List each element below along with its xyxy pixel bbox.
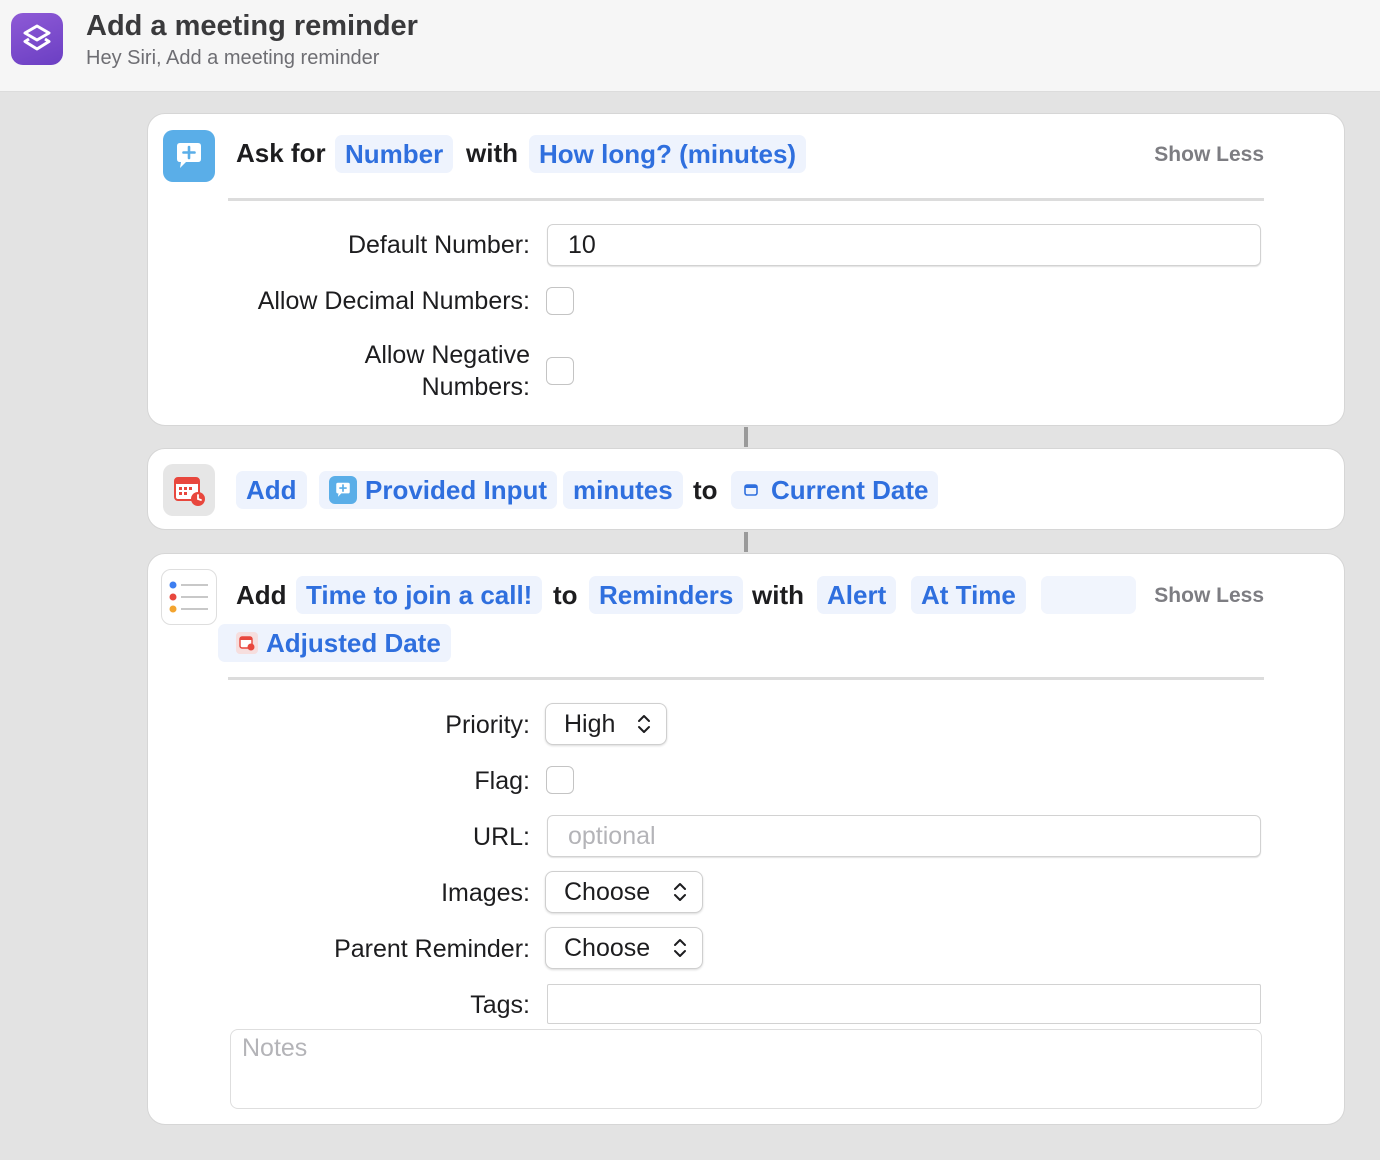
priority-label: Priority: (445, 711, 530, 739)
shortcuts-stack-icon (11, 13, 63, 65)
to-label: to (553, 580, 578, 610)
up-down-chevron-icon (674, 883, 686, 901)
reminder-title-token[interactable]: Time to join a call! (296, 576, 543, 614)
url-label: URL: (473, 823, 530, 851)
flag-checkbox[interactable] (546, 766, 574, 794)
add-label: Add (236, 580, 287, 610)
with-label: with (752, 580, 804, 610)
provided-input-label: Provided Input (365, 474, 547, 505)
adjusted-date-token[interactable]: Adjusted Date (218, 624, 451, 662)
divider (228, 198, 1264, 201)
up-down-chevron-icon (674, 939, 686, 957)
calendar-clock-icon (163, 464, 215, 516)
ask-for-label: Ask for (236, 138, 326, 168)
parent-reminder-value: Choose (564, 933, 651, 962)
prompt-token[interactable]: How long? (minutes) (529, 135, 807, 173)
with-label: with (466, 138, 518, 168)
at-time-token[interactable]: At Time (911, 576, 1026, 614)
url-field[interactable]: optional (547, 815, 1261, 857)
divider (228, 677, 1264, 680)
add-reminder-action[interactable]: Add Time to join a call! to Reminders wi… (147, 553, 1345, 1125)
date-icon (741, 480, 761, 500)
up-down-chevron-icon (638, 715, 650, 733)
allow-negative-label-line2: Numbers: (421, 373, 530, 401)
parent-reminder-select[interactable]: Choose (545, 927, 703, 969)
adjust-date-action[interactable]: Add Provided Input minutes to Current Da… (147, 448, 1345, 530)
input-type-token[interactable]: Number (335, 135, 454, 173)
allow-decimal-checkbox[interactable] (546, 287, 574, 315)
allow-negative-label-line1: Allow Negative (364, 341, 530, 369)
allow-negative-checkbox[interactable] (546, 357, 574, 385)
speech-bubble-plus-icon (329, 476, 357, 504)
default-number-field[interactable]: 10 (547, 224, 1261, 266)
alert-token[interactable]: Alert (817, 576, 897, 614)
operation-token[interactable]: Add (236, 471, 307, 509)
current-date-label: Current Date (771, 474, 929, 505)
tags-label: Tags: (470, 991, 530, 1019)
parent-reminder-label: Parent Reminder: (334, 935, 530, 963)
show-less-button[interactable]: Show Less (1154, 143, 1264, 167)
priority-select[interactable]: High (545, 703, 667, 745)
images-label: Images: (441, 879, 530, 907)
speech-bubble-plus-icon (163, 130, 215, 182)
allow-decimal-label: Allow Decimal Numbers: (257, 287, 530, 315)
allow-negative-label: Allow Negative Numbers: (365, 339, 530, 403)
title-bar: Add a meeting reminder Hey Siri, Add a m… (0, 0, 1380, 92)
reminders-list-icon (161, 569, 217, 625)
unit-token[interactable]: minutes (563, 471, 683, 509)
empty-token[interactable] (1041, 576, 1136, 614)
action-connector (744, 532, 748, 552)
adjusted-date-label: Adjusted Date (266, 627, 441, 658)
flag-label: Flag: (474, 767, 530, 795)
shortcut-title[interactable]: Add a meeting reminder (86, 10, 418, 43)
tags-field[interactable] (547, 984, 1261, 1024)
priority-value: High (564, 709, 616, 738)
shortcut-subtitle: Hey Siri, Add a meeting reminder (86, 47, 380, 69)
list-token[interactable]: Reminders (589, 576, 744, 614)
default-number-label: Default Number: (347, 231, 530, 259)
calendar-clock-icon (236, 632, 258, 654)
action-connector (744, 427, 748, 447)
images-value: Choose (564, 877, 651, 906)
show-less-button[interactable]: Show Less (1154, 584, 1264, 608)
to-label: to (693, 475, 718, 505)
images-select[interactable]: Choose (545, 871, 703, 913)
ask-for-input-action[interactable]: Ask for Number with How long? (minutes) … (147, 113, 1345, 426)
current-date-token[interactable]: Current Date (731, 471, 939, 509)
notes-field[interactable]: Notes (230, 1029, 1262, 1109)
provided-input-token[interactable]: Provided Input (319, 471, 557, 509)
